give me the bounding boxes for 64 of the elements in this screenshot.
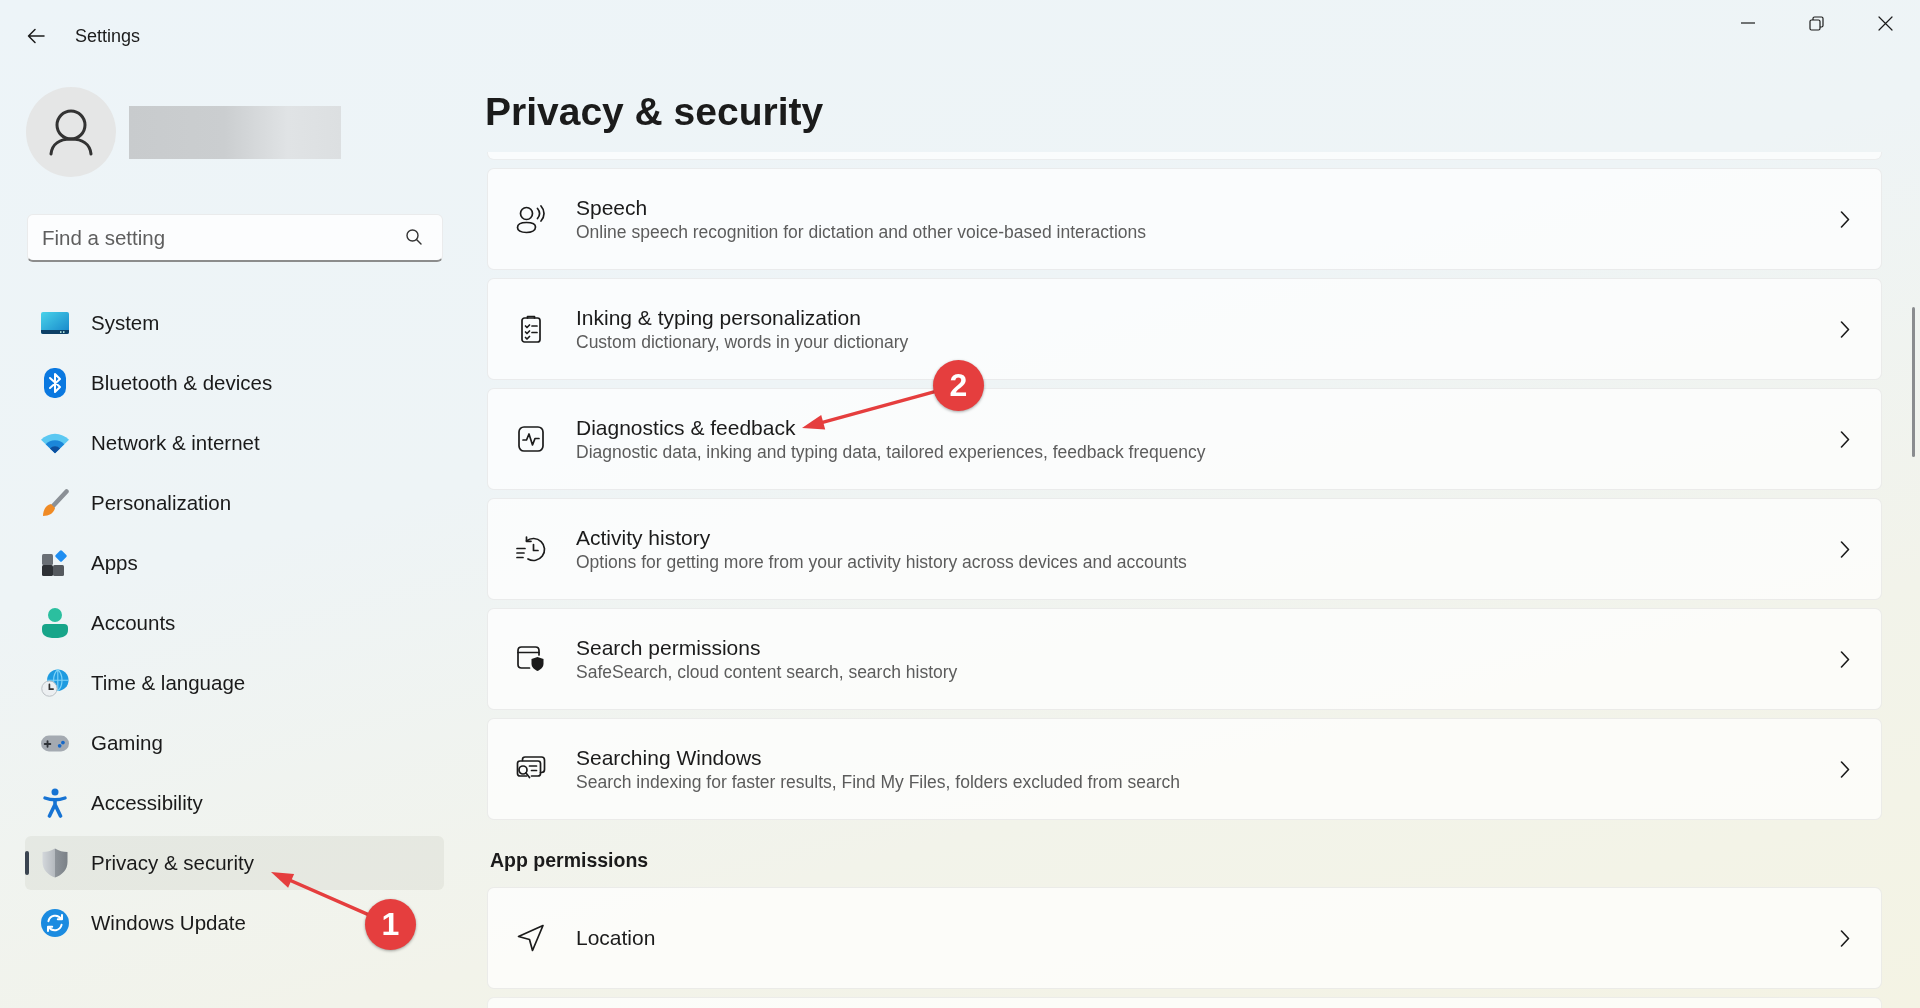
shield-icon xyxy=(42,848,68,878)
scrollbar-thumb[interactable] xyxy=(1912,307,1915,457)
restore-icon xyxy=(1809,15,1824,31)
callout-badge: 1 xyxy=(365,899,416,950)
window-shield-icon xyxy=(517,646,545,672)
nav-item[interactable]: Time & language xyxy=(25,656,444,710)
card-title: Search permissions xyxy=(576,635,761,661)
monitor-icon xyxy=(41,312,69,334)
nav-item[interactable]: System xyxy=(25,296,444,350)
close-icon xyxy=(1878,15,1893,31)
nav-item[interactable]: Network & internet xyxy=(25,416,444,470)
apps-grid-icon xyxy=(41,549,69,577)
card-description: Custom dictionary, words in your dictionary xyxy=(576,331,909,353)
globe-clock-icon xyxy=(41,668,69,698)
person-icon xyxy=(42,608,68,638)
chevron-right-icon xyxy=(1840,210,1850,228)
settings-card[interactable]: Search permissions SafeSearch, cloud content search, search history xyxy=(487,608,1882,710)
card-description: Diagnostic data, inking and typing data, tailored experiences, feedback frequency xyxy=(576,441,1206,463)
nav-item[interactable]: Privacy & security xyxy=(25,836,444,890)
card-title: Location xyxy=(576,925,656,951)
settings-card[interactable]: Speech Online speech recognition for dictation and other voice-based interactions xyxy=(487,168,1882,270)
minimize-icon xyxy=(1740,22,1755,24)
card-description: Options for getting more from your activity history across devices and accounts xyxy=(576,551,1187,573)
settings-card[interactable]: Activity history Options for getting more from your activity history across devices and accounts xyxy=(487,498,1882,600)
page-title: Privacy & security xyxy=(485,89,825,135)
avatar-icon xyxy=(26,87,116,177)
back-arrow-icon xyxy=(27,28,45,44)
paintbrush-icon xyxy=(41,489,69,517)
chevron-right-icon xyxy=(1840,430,1850,448)
card-description: SafeSearch, cloud content search, search history xyxy=(576,661,958,683)
nav-item[interactable]: Apps xyxy=(25,536,444,590)
sync-icon xyxy=(41,908,69,938)
window-title: Settings xyxy=(75,25,141,47)
navigation-arrow-icon xyxy=(517,924,545,952)
search-icon xyxy=(406,229,422,245)
speaking-person-icon xyxy=(516,204,546,234)
settings-card[interactable]: Searching Windows Search indexing for faster results, Find My Files, folders excluded from search xyxy=(487,718,1882,820)
card-title: Speech xyxy=(576,195,648,221)
chevron-right-icon xyxy=(1840,320,1850,338)
card-title: Inking & typing personalization xyxy=(576,305,861,331)
card-title: Activity history xyxy=(576,525,711,551)
accessibility-person-icon xyxy=(43,788,67,818)
nav-item[interactable]: Accounts xyxy=(25,596,444,650)
nav-item[interactable]: Accessibility xyxy=(25,776,444,830)
pulse-monitor-icon xyxy=(518,426,544,452)
nav-item[interactable]: Gaming xyxy=(25,716,444,770)
wifi-icon xyxy=(41,432,69,454)
game-controller-icon xyxy=(41,734,69,752)
card-title: Searching Windows xyxy=(576,745,762,771)
card-description: Online speech recognition for dictation and other voice-based interactions xyxy=(576,221,1147,243)
bluetooth-icon xyxy=(44,368,66,398)
card-description: Search indexing for faster results, Find My Files, folders excluded from search xyxy=(576,771,1180,793)
chevron-right-icon xyxy=(1840,540,1850,558)
nav-item[interactable]: Personalization xyxy=(25,476,444,530)
section-heading: App permissions xyxy=(489,848,650,873)
clipboard-checklist-icon xyxy=(521,315,541,343)
nav-item[interactable]: Bluetooth & devices xyxy=(25,356,444,410)
settings-card[interactable]: Location xyxy=(487,887,1882,989)
chevron-right-icon xyxy=(1840,650,1850,668)
card-title: Diagnostics & feedback xyxy=(576,415,796,441)
chevron-right-icon xyxy=(1840,760,1850,778)
history-clock-icon xyxy=(516,536,546,562)
search-field[interactable]: Find a setting xyxy=(27,214,443,262)
chevron-right-icon xyxy=(1840,929,1850,947)
